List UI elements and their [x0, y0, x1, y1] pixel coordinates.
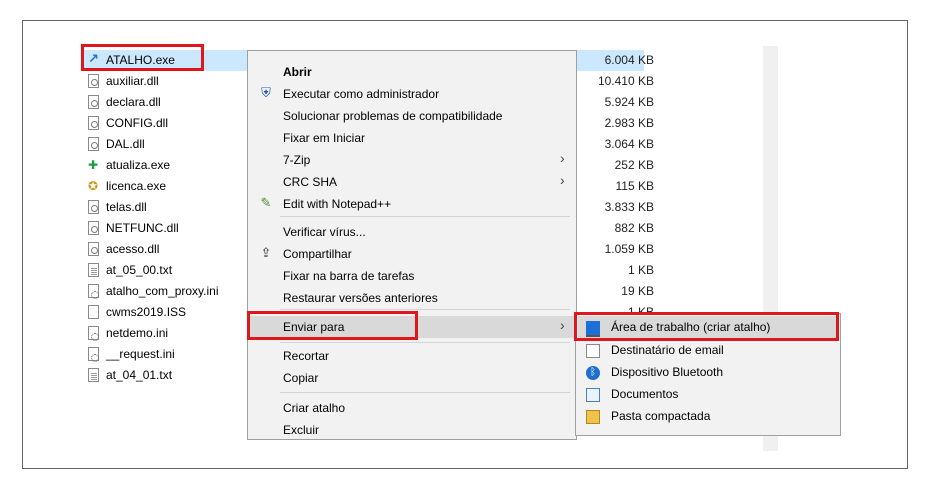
submenu-item-documents[interactable]: Documentos [611, 387, 678, 401]
chevron-right-icon: › [560, 172, 565, 188]
bluetooth-icon: ᛒ [586, 366, 600, 380]
file-name: atualiza.exe [106, 158, 171, 172]
submenu-item-bluetooth[interactable]: Dispositivo Bluetooth [611, 365, 723, 379]
file-row[interactable]: ✪ licenca.exe [84, 176, 254, 197]
file-name: cwms2019.ISS [106, 305, 187, 319]
menu-item-pin-start[interactable]: Fixar em Iniciar [283, 131, 365, 145]
file-row[interactable]: __request.ini [84, 344, 254, 365]
chevron-right-icon: › [560, 150, 565, 166]
ini-file-icon [88, 347, 99, 362]
file-name: at_05_00.txt [106, 263, 173, 277]
file-name: at_04_01.txt [106, 368, 173, 382]
dll-file-icon [88, 242, 99, 256]
notepadpp-icon: ✎ [260, 195, 272, 210]
file-size: 1.059 KB [604, 242, 654, 256]
file-name: declara.dll [106, 95, 161, 109]
file-row[interactable]: NETFUNC.dll [84, 218, 254, 239]
file-size: 10.410 KB [597, 74, 654, 88]
installer-exe-icon: ✚ [88, 158, 99, 172]
menu-item-scan-virus[interactable]: Verificar vírus... [283, 225, 366, 239]
menu-separator [280, 216, 570, 217]
file-row[interactable]: at_04_01.txt [84, 365, 254, 386]
menu-item-run-as-admin[interactable]: Executar como administrador [283, 87, 439, 101]
menu-item-cut[interactable]: Recortar [283, 349, 329, 363]
menu-item-restore-versions[interactable]: Restaurar versões anteriores [283, 291, 438, 305]
documents-icon [586, 388, 600, 402]
menu-item-crc-sha[interactable]: CRC SHA [283, 175, 337, 189]
text-file-icon [88, 263, 99, 277]
file-name: DAL.dll [106, 137, 145, 151]
file-name: telas.dll [106, 200, 147, 214]
ini-file-icon [88, 326, 99, 341]
menu-item-copy[interactable]: Copiar [283, 371, 318, 385]
file-size: 5.924 KB [604, 95, 654, 109]
share-icon: ⇪ [260, 245, 272, 260]
email-icon [586, 344, 600, 358]
file-row[interactable]: at_05_00.txt [84, 260, 254, 281]
annotation-box-atalho [81, 44, 204, 71]
annotation-box-desktop [574, 312, 839, 341]
submenu-item-zip[interactable]: Pasta compactada [611, 409, 710, 423]
file-size: 1 KB [627, 263, 654, 277]
menu-item-7zip[interactable]: 7-Zip [283, 153, 310, 167]
chevron-right-icon: › [560, 317, 565, 333]
file-row[interactable]: CONFIG.dll [84, 113, 254, 134]
submenu-item-email[interactable]: Destinatário de email [611, 343, 724, 357]
annotation-box-send-to [247, 311, 418, 340]
file-size: 2.983 KB [604, 116, 654, 130]
file-row[interactable]: cwms2019.ISS [84, 302, 254, 323]
dll-file-icon [88, 116, 99, 130]
menu-item-delete[interactable]: Excluir [283, 423, 319, 437]
file-name: CONFIG.dll [106, 116, 169, 130]
file-size: 19 KB [621, 284, 654, 298]
menu-item-open[interactable]: Abrir [283, 65, 312, 79]
file-name: atalho_com_proxy.ini [106, 284, 219, 298]
menu-item-troubleshoot[interactable]: Solucionar problemas de compatibilidade [283, 109, 502, 123]
text-file-icon [88, 368, 99, 382]
admin-shield-icon: ⛨ [261, 85, 271, 100]
dll-file-icon [88, 200, 99, 214]
file-row[interactable]: netdemo.ini [84, 323, 254, 344]
license-key-icon: ✪ [88, 179, 99, 193]
file-name: licenca.exe [106, 179, 167, 193]
file-row[interactable]: atalho_com_proxy.ini [84, 281, 254, 302]
generic-file-icon [88, 305, 99, 319]
menu-item-create-shortcut[interactable]: Criar atalho [283, 401, 345, 415]
menu-item-edit-notepadpp[interactable]: Edit with Notepad++ [283, 197, 391, 211]
dll-file-icon [88, 95, 99, 109]
file-row[interactable]: acesso.dll [84, 239, 254, 260]
file-row[interactable]: telas.dll [84, 197, 254, 218]
file-size: 882 KB [614, 221, 654, 235]
file-row[interactable]: ✚ atualiza.exe [84, 155, 254, 176]
ini-file-icon [88, 284, 99, 299]
file-row[interactable]: declara.dll [84, 92, 254, 113]
file-row[interactable]: auxiliar.dll [84, 71, 254, 92]
file-size: 6.004 KB [604, 53, 654, 67]
file-size: 3.833 KB [604, 200, 654, 214]
menu-item-share[interactable]: Compartilhar [283, 247, 352, 261]
file-name: auxiliar.dll [106, 74, 159, 88]
file-row[interactable]: DAL.dll [84, 134, 254, 155]
file-size: 252 KB [614, 158, 654, 172]
menu-separator [280, 392, 570, 393]
file-name: netdemo.ini [106, 326, 169, 340]
file-size: 3.064 KB [604, 137, 654, 151]
dll-file-icon [88, 74, 99, 88]
menu-separator [280, 342, 570, 343]
menu-item-pin-taskbar[interactable]: Fixar na barra de tarefas [283, 269, 414, 283]
zip-folder-icon [586, 410, 600, 424]
file-size: 115 KB [615, 179, 654, 193]
file-name: acesso.dll [106, 242, 160, 256]
dll-file-icon [88, 137, 99, 151]
file-name: NETFUNC.dll [106, 221, 179, 235]
context-menu: Abrir ⛨ Executar como administrador Solu… [247, 50, 577, 440]
menu-separator [280, 309, 570, 310]
dll-file-icon [88, 221, 99, 235]
file-name: __request.ini [106, 347, 175, 361]
